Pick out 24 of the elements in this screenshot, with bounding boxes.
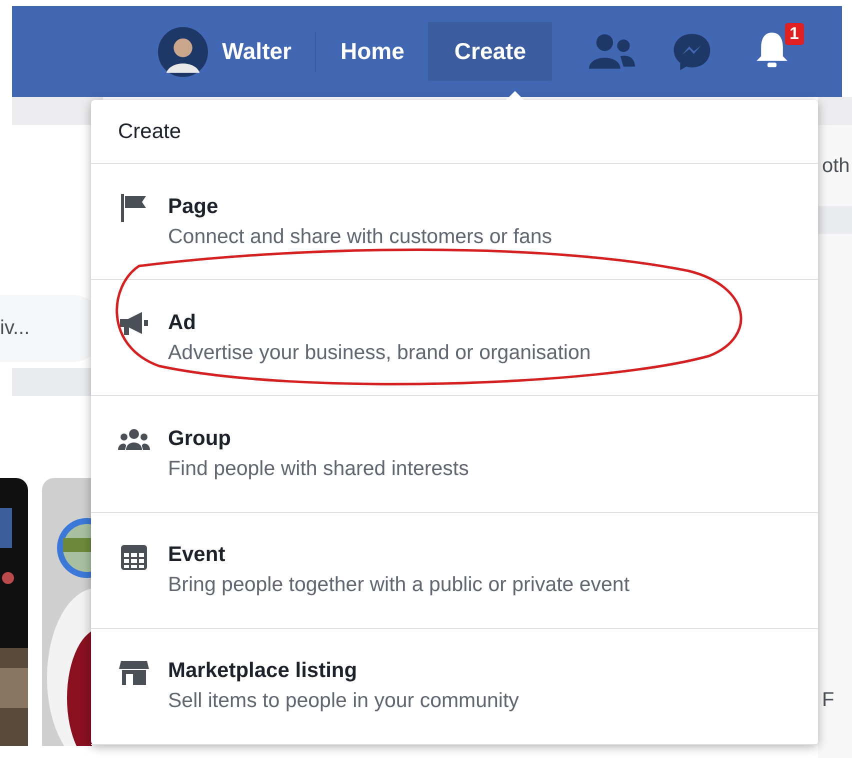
- menu-title: Create: [91, 100, 818, 164]
- nav-tab[interactable]: Create: [428, 22, 552, 81]
- profile-link[interactable]: Walter: [222, 20, 316, 83]
- item-title: Group: [168, 427, 232, 451]
- truncated-text: F: [821, 689, 836, 712]
- item-title: Marketplace listing: [168, 659, 358, 684]
- menu-item[interactable]: Ad Advertise your business, brand or organisation: [91, 280, 818, 396]
- item-description: Bring people together with a public or private event: [168, 573, 630, 598]
- menu-item[interactable]: Event Bring people together with a public or private event: [91, 512, 818, 629]
- item-description: Find people with shared interests: [168, 457, 469, 481]
- item-title: Ad: [168, 310, 197, 335]
- panel-header-bar: [818, 206, 852, 234]
- item-description: Connect and share with customers or fans: [168, 224, 552, 249]
- notification-badge: 1: [784, 23, 804, 45]
- item-description: Advertise your business, brand or organisation: [168, 340, 591, 365]
- item-description: Sell items to people in your community: [168, 689, 519, 714]
- avatar-icon[interactable]: [158, 26, 208, 76]
- nav-tab[interactable]: Home: [340, 20, 428, 83]
- truncated-text: oth: [821, 155, 851, 178]
- item-title: Event: [168, 543, 226, 568]
- menu-item[interactable]: Group Find people with shared interests: [91, 396, 818, 513]
- menu-item[interactable]: Marketplace listing Sell items to people in your community: [91, 628, 818, 746]
- item-title: Page: [168, 194, 220, 219]
- menu-item[interactable]: Page Connect and share with customers or fans: [91, 164, 818, 280]
